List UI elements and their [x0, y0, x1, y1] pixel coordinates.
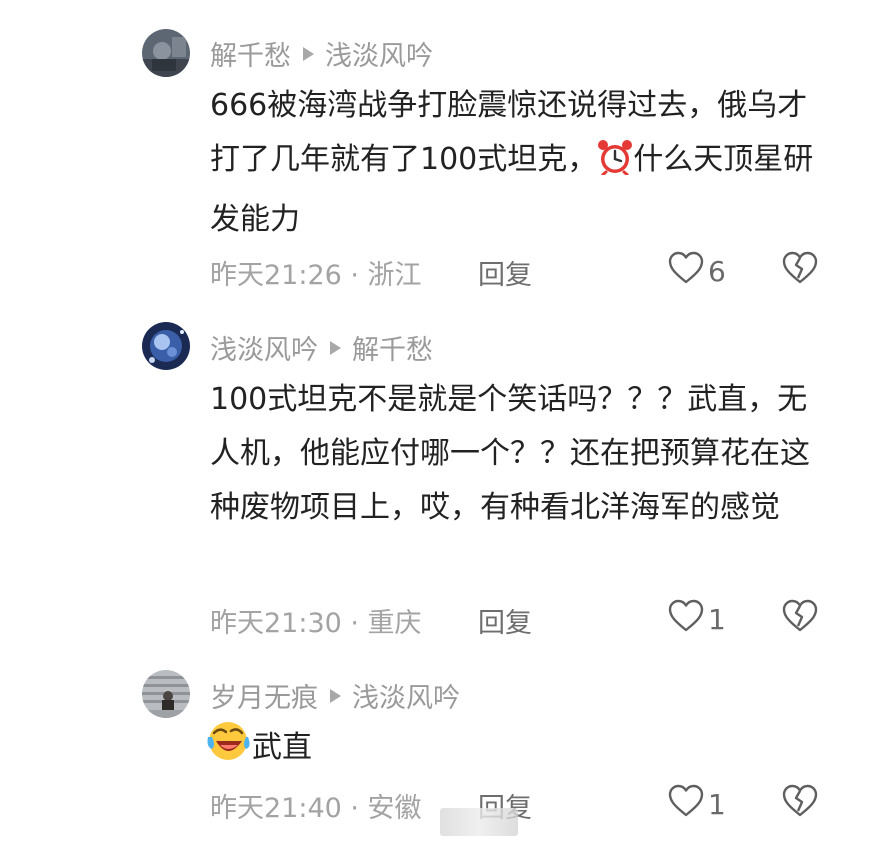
heart-icon	[668, 251, 704, 292]
broken-heart-icon	[782, 251, 818, 292]
comment-header: 岁月无痕 浅淡风吟	[210, 676, 460, 715]
dislike-button[interactable]	[782, 599, 818, 640]
comment-header: 解千愁 浅淡风吟	[210, 34, 433, 73]
heart-icon	[668, 599, 704, 640]
alarm-clock-icon	[597, 139, 633, 193]
comment-text: 666被海湾战争打脸震惊还说得过去，俄乌才打了几年就有了100式坦克， 什么天顶…	[210, 88, 814, 237]
comment-header: 浅淡风吟 解千愁	[210, 328, 433, 367]
comment-meta: 昨天21:30 · 重庆 回复 1	[210, 599, 829, 641]
avatar[interactable]	[142, 29, 190, 77]
reply-arrow-icon	[301, 38, 315, 69]
reply-button[interactable]: 回复	[478, 601, 532, 640]
username[interactable]: 浅淡风吟	[210, 328, 318, 367]
like-count: 1	[708, 788, 726, 821]
like-button[interactable]: 6	[668, 251, 726, 292]
like-count: 6	[708, 255, 726, 288]
reply-button[interactable]: 回复	[478, 253, 532, 292]
reply-to-username[interactable]: 浅淡风吟	[325, 34, 433, 73]
like-button[interactable]: 1	[668, 599, 726, 640]
comment-text: 100式坦克不是就是个笑话吗？？？武直，无人机，他能应付哪一个？？还在把预算花在…	[210, 382, 810, 525]
comment-meta: 昨天21:40 · 安徽 回复 1	[210, 784, 829, 826]
heart-icon	[668, 784, 704, 825]
dislike-button[interactable]	[782, 784, 818, 825]
reply-arrow-icon	[328, 332, 342, 363]
avatar[interactable]	[142, 322, 190, 370]
broken-heart-icon	[782, 784, 818, 825]
reply-arrow-icon	[328, 680, 342, 711]
timestamp-location: 昨天21:30 · 重庆	[210, 608, 422, 639]
dislike-button[interactable]	[782, 251, 818, 292]
like-count: 1	[708, 603, 726, 636]
username[interactable]: 岁月无痕	[210, 676, 318, 715]
laughing-emoji-icon	[206, 719, 252, 781]
like-button[interactable]: 1	[668, 784, 726, 825]
broken-heart-icon	[782, 599, 818, 640]
reply-to-username[interactable]: 浅淡风吟	[352, 676, 460, 715]
username[interactable]: 解千愁	[210, 34, 291, 73]
watermark	[440, 808, 518, 836]
reply-to-username[interactable]: 解千愁	[352, 328, 433, 367]
timestamp-location: 昨天21:40 · 安徽	[210, 793, 422, 824]
timestamp-location: 昨天21:26 · 浙江	[210, 260, 422, 291]
comment-text: 武直	[206, 719, 831, 781]
comment-meta: 昨天21:26 · 浙江 回复 6	[210, 251, 829, 293]
avatar[interactable]	[142, 670, 190, 718]
